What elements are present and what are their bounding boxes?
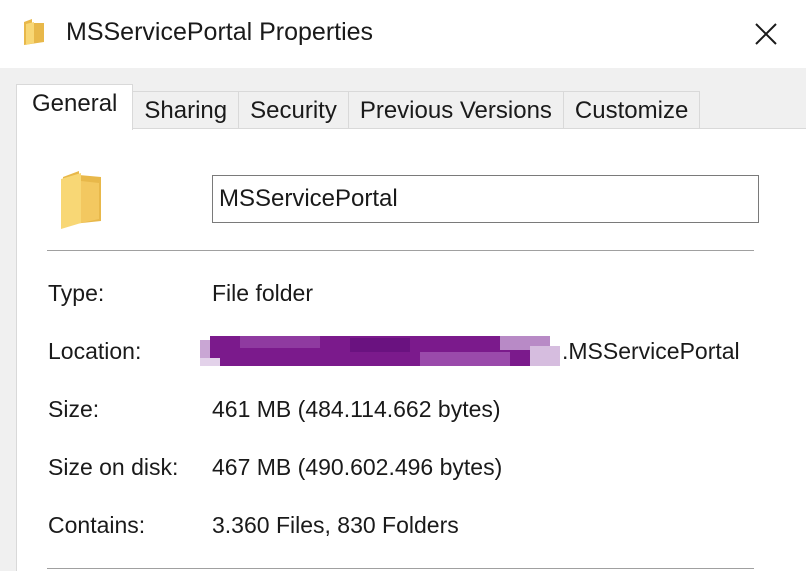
- tab-customize[interactable]: Customize: [562, 91, 701, 129]
- title-bar[interactable]: MSServicePortal Properties: [0, 0, 806, 68]
- type-value: File folder: [212, 280, 313, 306]
- size-on-disk-label: Size on disk:: [48, 454, 179, 480]
- folder-icon: [61, 171, 101, 229]
- tab-sharing[interactable]: Sharing: [132, 91, 240, 129]
- tab-strip: General Sharing Security Previous Versio…: [16, 83, 701, 130]
- general-panel: Type: File folder Location: .MSServicePo…: [16, 128, 806, 571]
- divider: [47, 568, 754, 569]
- type-label: Type:: [48, 280, 105, 306]
- window-title: MSServicePortal Properties: [66, 18, 374, 46]
- divider: [47, 250, 754, 251]
- close-button[interactable]: [726, 0, 806, 68]
- tab-general[interactable]: General: [16, 84, 134, 130]
- contains-value: 3.360 Files, 830 Folders: [212, 512, 459, 538]
- location-suffix: .MSServicePortal: [562, 338, 740, 365]
- redacted-path: [200, 336, 560, 366]
- location-value: .MSServicePortal: [200, 336, 740, 368]
- tab-security[interactable]: Security: [238, 91, 349, 129]
- folder-name-input[interactable]: [212, 175, 759, 223]
- location-label: Location:: [48, 338, 142, 364]
- size-value: 461 MB (484.114.662 bytes): [212, 396, 501, 422]
- folder-icon: [24, 19, 44, 45]
- size-on-disk-value: 467 MB (490.602.496 bytes): [212, 454, 503, 480]
- tab-previous-versions[interactable]: Previous Versions: [347, 91, 564, 129]
- properties-window: MSServicePortal Properties General Shari…: [0, 0, 806, 571]
- size-label: Size:: [48, 396, 100, 422]
- contains-label: Contains:: [48, 512, 146, 538]
- close-icon: [755, 23, 777, 45]
